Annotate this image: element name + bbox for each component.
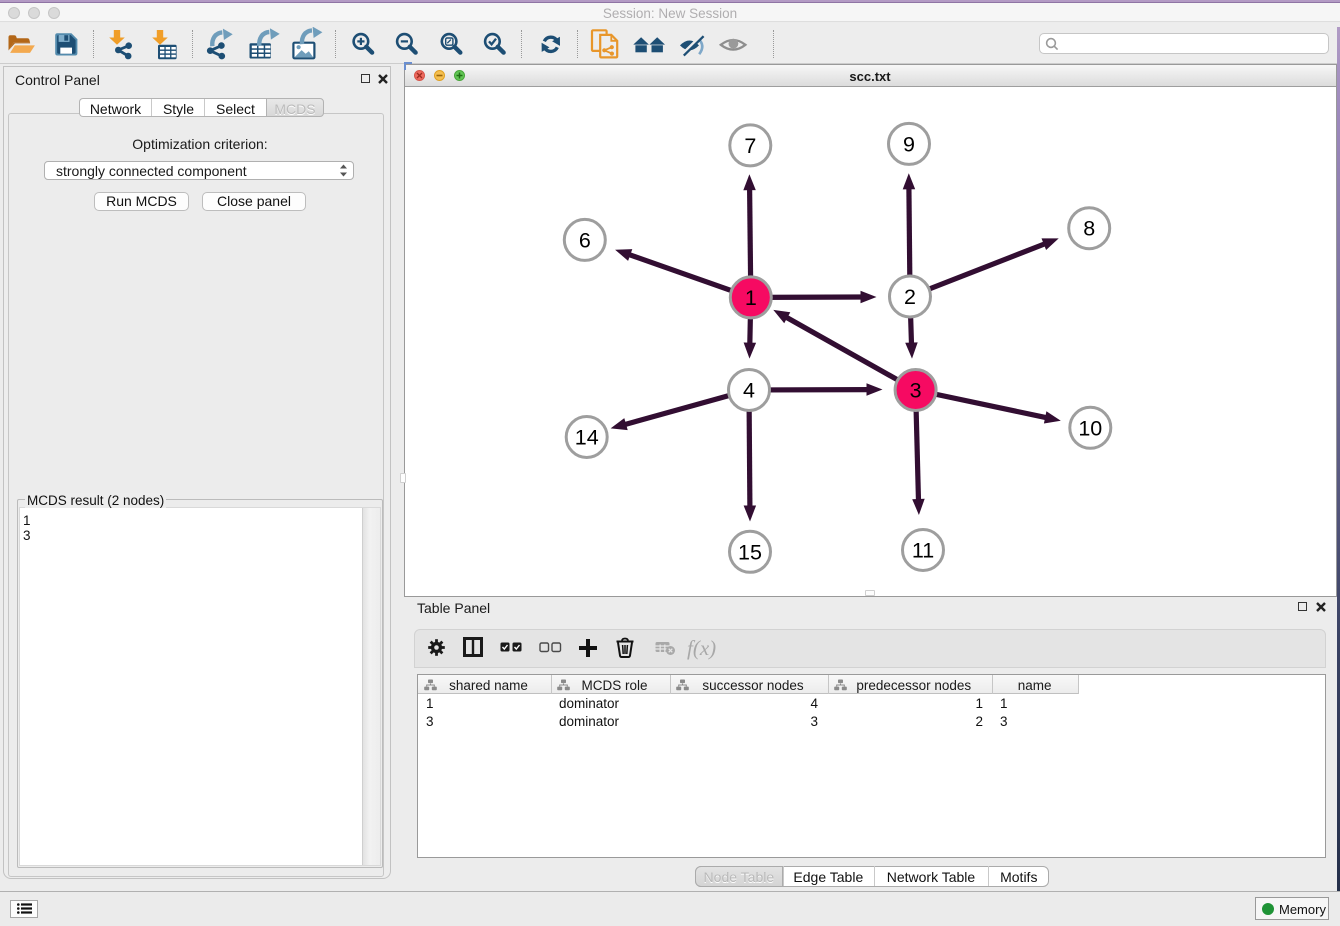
svg-text:14: 14 [575,426,599,450]
svg-text:4: 4 [743,379,755,403]
svg-text:11: 11 [912,539,934,563]
svg-text:9: 9 [903,132,915,156]
svg-text:6: 6 [579,228,591,252]
svg-text:1: 1 [745,286,757,310]
svg-text:15: 15 [738,540,762,564]
svg-text:3: 3 [910,379,922,403]
svg-text:2: 2 [904,285,916,309]
svg-text:10: 10 [1078,416,1102,440]
svg-text:7: 7 [744,134,756,158]
svg-text:8: 8 [1083,217,1095,241]
